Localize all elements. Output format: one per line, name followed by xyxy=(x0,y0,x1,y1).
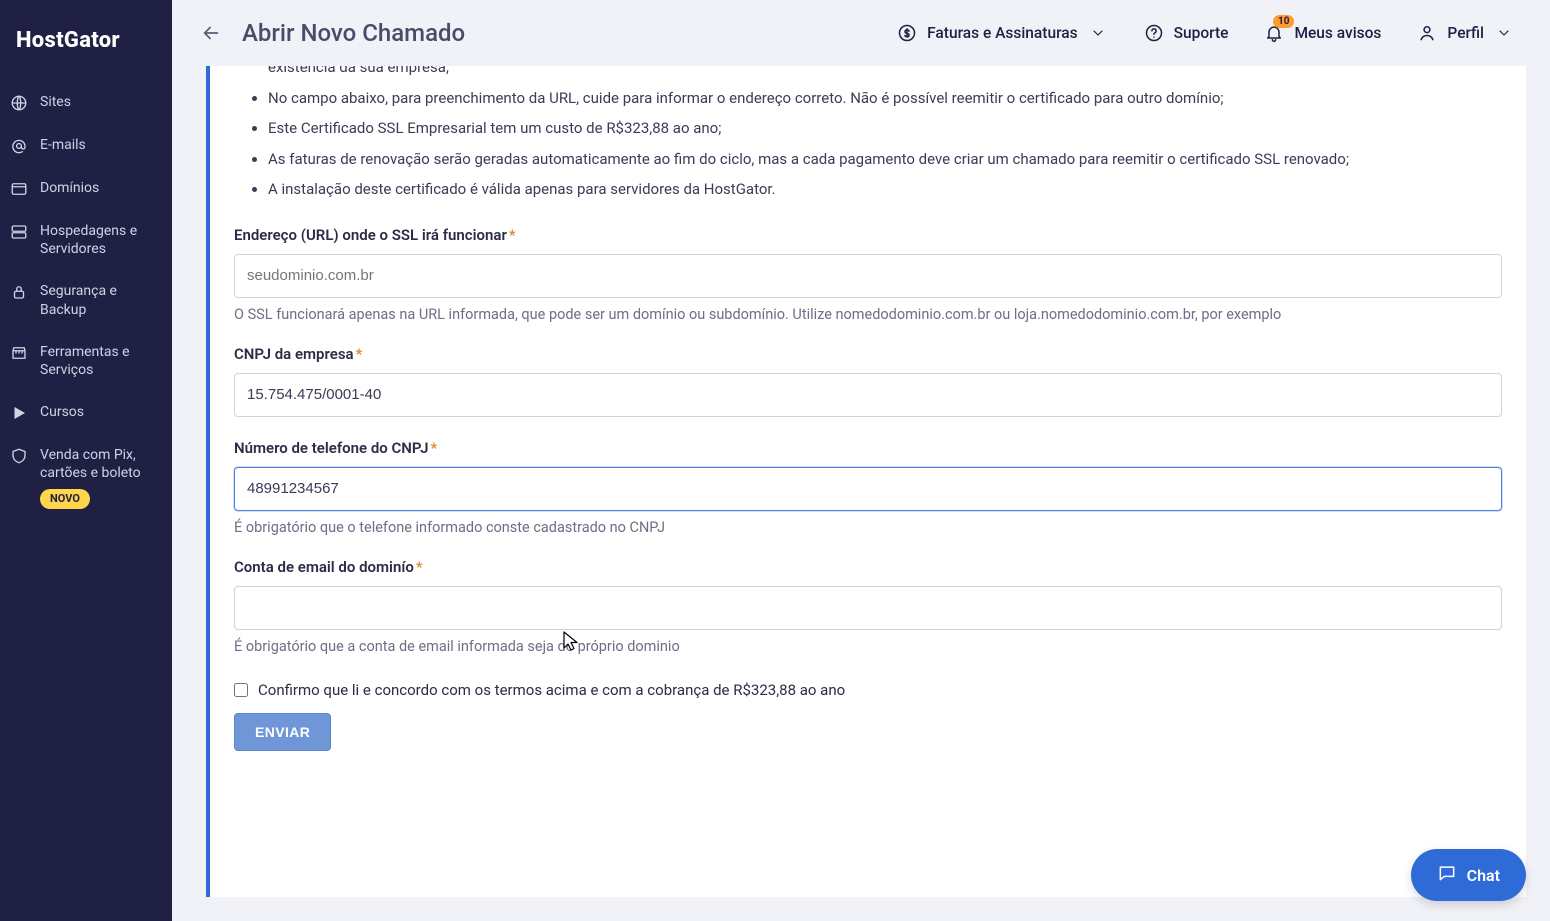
at-icon xyxy=(10,137,28,155)
top-notices-label: Meus avisos xyxy=(1294,24,1381,42)
required-asterisk: * xyxy=(356,345,363,363)
sidebar-item-label: Domínios xyxy=(40,179,99,197)
info-item: A instalação deste certificado é válida … xyxy=(268,175,1502,204)
user-icon xyxy=(1417,23,1437,43)
confirm-label: Confirmo que li e concordo com os termos… xyxy=(258,681,845,699)
dollar-circle-icon xyxy=(897,23,917,43)
sidebar-item-hosting[interactable]: Hospedagens e Servidores xyxy=(0,210,172,270)
required-asterisk: * xyxy=(509,226,516,244)
globe-icon xyxy=(10,94,28,112)
sidebar-item-security[interactable]: Segurança e Backup xyxy=(0,270,172,330)
sidebar-item-domains[interactable]: Domínios xyxy=(0,167,172,210)
field-url-label: Endereço (URL) onde o SSL irá funcionar* xyxy=(234,226,1502,244)
topbar: Abrir Novo Chamado Faturas e Assinaturas… xyxy=(172,0,1550,66)
field-phone-label: Número de telefone do CNPJ* xyxy=(234,439,1502,457)
sidebar: HostGator Sites E-mails Domínios Hospeda… xyxy=(0,0,172,921)
top-invoices[interactable]: Faturas e Assinaturas xyxy=(889,23,1115,43)
top-profile[interactable]: Perfil xyxy=(1409,23,1522,43)
top-profile-label: Perfil xyxy=(1447,24,1484,42)
sidebar-nav: Sites E-mails Domínios Hospedagens e Ser… xyxy=(0,81,172,521)
chevron-down-icon xyxy=(1494,23,1514,43)
info-item: No campo abaixo, para preenchimento da U… xyxy=(268,84,1502,113)
top-notices[interactable]: 10 Meus avisos xyxy=(1256,23,1389,43)
brand-name: HostGator xyxy=(16,28,120,53)
sidebar-item-emails[interactable]: E-mails xyxy=(0,124,172,167)
help-circle-icon xyxy=(1144,23,1164,43)
field-phone-help: É obrigatório que o telefone informado c… xyxy=(234,519,1502,536)
page-title: Abrir Novo Chamado xyxy=(242,19,465,47)
field-cnpj: CNPJ da empresa* xyxy=(234,345,1502,417)
sidebar-item-tools[interactable]: Ferramentas e Serviços xyxy=(0,331,172,391)
back-arrow-icon[interactable] xyxy=(200,22,222,44)
chevron-down-icon xyxy=(1088,23,1108,43)
sidebar-item-label: Hospedagens e Servidores xyxy=(40,222,162,258)
field-email-label: Conta de email do dominío* xyxy=(234,558,1502,576)
chat-label: Chat xyxy=(1467,866,1500,885)
cnpj-input[interactable] xyxy=(234,373,1502,417)
field-phone: Número de telefone do CNPJ* É obrigatóri… xyxy=(234,439,1502,536)
submit-button[interactable]: ENVIAR xyxy=(234,713,331,751)
novo-badge: NOVO xyxy=(40,489,90,509)
lock-icon xyxy=(10,283,28,301)
field-url: Endereço (URL) onde o SSL irá funcionar*… xyxy=(234,226,1502,323)
sidebar-item-label: Segurança e Backup xyxy=(40,282,162,318)
field-email: Conta de email do dominío* É obrigatório… xyxy=(234,558,1502,655)
ticket-card: Receita Federal; A validação dos dados é… xyxy=(206,66,1526,897)
field-email-help: É obrigatório que a conta de email infor… xyxy=(234,638,1502,655)
sidebar-item-label: Ferramentas e Serviços xyxy=(40,343,162,379)
shield-icon xyxy=(10,447,28,465)
chat-button[interactable]: Chat xyxy=(1411,849,1526,901)
url-input[interactable] xyxy=(234,254,1502,298)
sidebar-item-label: Sites xyxy=(40,93,71,111)
top-support-label: Suporte xyxy=(1174,24,1229,42)
confirm-row[interactable]: Confirmo que li e concordo com os termos… xyxy=(234,681,1502,699)
field-url-help: O SSL funcionará apenas na URL informada… xyxy=(234,306,1502,323)
top-support[interactable]: Suporte xyxy=(1136,23,1237,43)
sidebar-item-label: Venda com Pix, cartões e boleto NOVO xyxy=(40,446,162,509)
sidebar-item-label: E-mails xyxy=(40,136,86,154)
store-icon xyxy=(10,344,28,362)
server-icon xyxy=(10,223,28,241)
sidebar-item-sell[interactable]: Venda com Pix, cartões e boleto NOVO xyxy=(0,434,172,521)
window-icon xyxy=(10,180,28,198)
content-area: Receita Federal; A validação dos dados é… xyxy=(172,66,1550,921)
sidebar-item-sites[interactable]: Sites xyxy=(0,81,172,124)
field-cnpj-label: CNPJ da empresa* xyxy=(234,345,1502,363)
play-icon xyxy=(10,404,28,422)
required-asterisk: * xyxy=(416,558,423,576)
phone-input[interactable] xyxy=(234,467,1502,511)
info-item: As faturas de renovação serão geradas au… xyxy=(268,145,1502,174)
confirm-checkbox[interactable] xyxy=(234,683,248,697)
notification-count-badge: 10 xyxy=(1273,15,1294,28)
info-item: A validação dos dados é feita por uma em… xyxy=(268,66,1502,82)
chat-icon xyxy=(1437,863,1457,887)
bell-icon: 10 xyxy=(1264,23,1284,43)
email-input[interactable] xyxy=(234,586,1502,630)
sidebar-item-courses[interactable]: Cursos xyxy=(0,391,172,434)
top-invoices-label: Faturas e Assinaturas xyxy=(927,24,1077,42)
required-asterisk: * xyxy=(430,439,437,457)
info-list: Receita Federal; A validação dos dados é… xyxy=(234,66,1502,204)
brand-logo: HostGator xyxy=(0,18,172,81)
sidebar-item-label: Cursos xyxy=(40,403,84,421)
info-item: Este Certificado SSL Empresarial tem um … xyxy=(268,114,1502,143)
